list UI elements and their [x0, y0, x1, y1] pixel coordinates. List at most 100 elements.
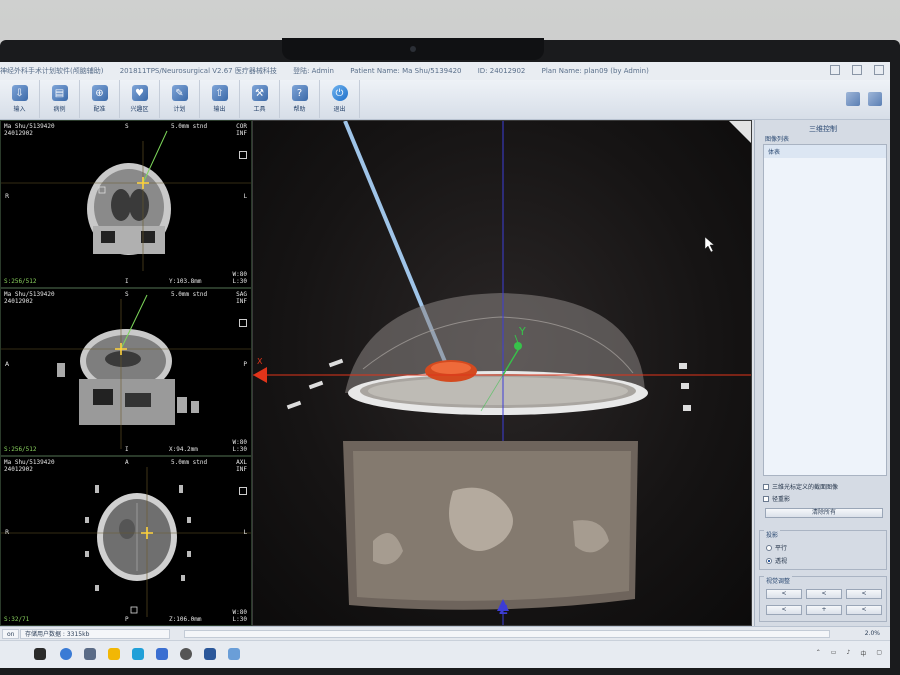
maximize-button[interactable]	[852, 65, 862, 75]
corner-fold-icon[interactable]	[729, 121, 751, 143]
sagittal-mode: INF	[236, 298, 247, 305]
axial-view-label: AXL INF	[236, 459, 247, 473]
axial-coordinate: Z:106.0mm	[169, 616, 202, 623]
rotate-right-button[interactable]: <	[846, 589, 882, 599]
exit-button[interactable]: ⏻ 退出	[320, 80, 360, 118]
export-button[interactable]: ⇧ 输出	[200, 80, 240, 118]
os-taskbar: ⌃ ▭ ♪ 中 ▢	[0, 640, 890, 668]
reset-view-button[interactable]: +	[806, 605, 842, 615]
checkbox-box[interactable]	[763, 495, 769, 502]
axial-top-orient: A	[125, 459, 129, 466]
rotate-down-button[interactable]: <	[766, 605, 802, 615]
status-bar: on 存储用户数据 : 3315kb 2.0%	[0, 626, 890, 640]
case-icon: ▤	[51, 85, 68, 101]
coronal-view[interactable]: Ma Shu/5139420 24012902 S 5.0mm stnd COR I…	[0, 120, 252, 288]
coronal-slice-index: S:256/512	[4, 278, 37, 285]
roi-button[interactable]: ♥ 兴趣区	[120, 80, 160, 118]
volume-icon[interactable]: ♪	[846, 649, 850, 658]
z-axis-label: Z	[499, 603, 508, 617]
plan-label: 计划	[173, 106, 186, 113]
register-button[interactable]: ⊕ 配准	[80, 80, 120, 118]
register-label: 配准	[93, 106, 106, 113]
sagittal-patient-id: 24012902	[4, 298, 33, 305]
help-button[interactable]: ? 帮助	[280, 80, 320, 118]
sagittal-view[interactable]: Ma Shu/5139420 24012902 S 5.0mm stnd SAG I…	[0, 288, 252, 456]
slice-viewers: Ma Shu/5139420 24012902 S 5.0mm stnd COR I…	[0, 120, 252, 626]
checkbox-box[interactable]	[763, 483, 769, 490]
coronal-top-orient: S	[125, 123, 129, 130]
tools-button[interactable]: ⚒ 工具	[240, 80, 280, 118]
radio-dot[interactable]	[766, 544, 772, 551]
network-icon[interactable]: ▭	[831, 649, 837, 658]
parallel-radio[interactable]: 平行	[766, 543, 787, 552]
axial-slice-index: S:32/71	[4, 616, 30, 623]
title-bar: 神经外科手术计划软件(颅脑辅助) 201811TPS/Neurosurgical…	[0, 62, 890, 80]
start-icon[interactable]	[34, 648, 46, 660]
axial-view-name: AXL	[236, 459, 247, 466]
axial-view[interactable]: Ma Shu/5139420 24012902 A 5.0mm stnd AXL I…	[0, 456, 252, 626]
sagittal-patient: Ma Shu/5139420 24012902	[4, 291, 55, 305]
tray-icon[interactable]: ⌃	[816, 649, 821, 658]
sagittal-thickness: 5.0mm stnd	[171, 291, 208, 298]
webcam	[282, 38, 544, 60]
roi-icon: ♥	[131, 85, 148, 101]
axial-toggle-icon[interactable]	[239, 487, 247, 495]
folder-icon[interactable]	[108, 648, 120, 660]
sagittal-view-label: SAG INF	[236, 291, 247, 305]
tools-label: 工具	[253, 106, 266, 113]
ime-icon[interactable]: 中	[860, 649, 866, 658]
sagittal-toggle-icon[interactable]	[239, 319, 247, 327]
taskview-icon[interactable]	[84, 648, 96, 660]
coronal-toggle-icon[interactable]	[239, 151, 247, 159]
image-list[interactable]: 体表	[763, 144, 887, 476]
coronal-window-level: L:30	[232, 278, 247, 285]
patient-name: Patient Name: Ma Shu/5139420	[350, 67, 462, 75]
import-button[interactable]: ⇩ 输入	[0, 80, 40, 118]
coronal-patient-id: 24012902	[4, 130, 33, 137]
coronal-window: W:80 L:30	[233, 271, 247, 285]
exit-label: 退出	[333, 106, 346, 113]
radio-dot-selected[interactable]	[766, 557, 772, 564]
layout-icon[interactable]	[846, 92, 860, 106]
app-icon[interactable]	[132, 648, 144, 660]
status-left: on	[2, 629, 20, 639]
sagittal-window: W:80 L:30	[233, 439, 247, 453]
coronal-window-width: W:80	[232, 271, 247, 278]
coronal-view-label: COR INF	[236, 123, 247, 137]
view-adjust-group: 视觉调整 < < < < + <	[759, 576, 887, 622]
rotate-up-button[interactable]: <	[806, 589, 842, 599]
axial-left-orient: R	[5, 529, 10, 536]
planning-app-icon[interactable]	[228, 648, 240, 660]
coronal-view-name: COR	[236, 123, 247, 130]
case-label: 病例	[53, 106, 66, 113]
axial-window-width: W:80	[232, 609, 247, 616]
user-data-size: 存储用户数据 : 3315kb	[20, 629, 170, 639]
roi-label: 兴趣区	[130, 106, 149, 113]
axial-right-orient: L	[243, 529, 247, 536]
x-axis-label: X	[257, 357, 263, 366]
browser-icon[interactable]	[156, 648, 168, 660]
minimize-button[interactable]	[830, 65, 840, 75]
plan-button[interactable]: ✎ 计划	[160, 80, 200, 118]
status-percent: 2.0%	[864, 630, 880, 637]
perspective-radio[interactable]: 透视	[766, 556, 787, 565]
3d-view[interactable]: Y Z X	[252, 120, 752, 626]
trajectory-label: 径重影	[772, 496, 791, 503]
trajectory-checkbox[interactable]: 径重影	[763, 494, 790, 503]
rotate-left-button[interactable]: <	[766, 589, 802, 599]
word-icon[interactable]	[204, 648, 216, 660]
camera-lens-icon	[410, 46, 416, 52]
close-button[interactable]	[874, 65, 884, 75]
import-label: 输入	[13, 106, 26, 113]
rotate-back-button[interactable]: <	[846, 605, 882, 615]
notification-icon[interactable]: ▢	[876, 649, 882, 658]
list-item[interactable]: 体表	[764, 145, 886, 158]
clear-all-button[interactable]: 清除所有	[765, 508, 883, 518]
3d-control-panel: 三维控制 图像列表 体表 三维光标定义的截面图像 径重影 清除所有 投影 平行 …	[754, 120, 890, 626]
settings-icon[interactable]	[868, 92, 882, 106]
search-icon[interactable]	[60, 648, 72, 660]
case-button[interactable]: ▤ 病例	[40, 80, 80, 118]
export-label: 输出	[213, 106, 226, 113]
settings-app-icon[interactable]	[180, 648, 192, 660]
cursor-section-checkbox[interactable]: 三维光标定义的截面图像	[763, 482, 838, 491]
